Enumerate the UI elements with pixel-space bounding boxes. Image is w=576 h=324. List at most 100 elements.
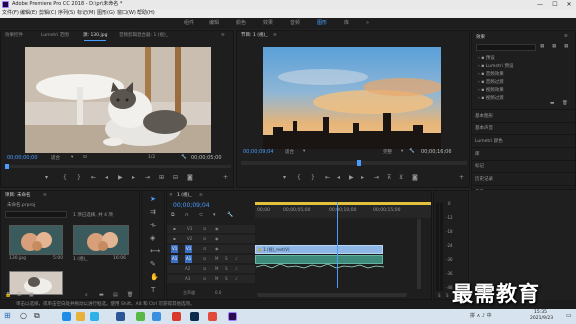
pen-tool-icon[interactable]: ✎: [150, 260, 156, 268]
mic-icon[interactable]: ♪: [235, 275, 238, 283]
lift-icon[interactable]: ⊼: [387, 174, 391, 181]
windows-start-icon[interactable]: ⊞: [4, 311, 11, 320]
program-go-to-out-icon[interactable]: ⇥: [374, 174, 379, 181]
program-timecode-current[interactable]: 00;00;09;04: [243, 149, 274, 155]
effects-tree-item[interactable]: › ▪ Lumetri 预设: [478, 63, 574, 71]
taskbar-app-explorer-icon[interactable]: [76, 312, 85, 321]
workspace-audio[interactable]: 音频: [290, 18, 300, 29]
solo-icon[interactable]: S: [225, 265, 228, 273]
system-tray[interactable]: 拼 ∧ ♪ 中: [470, 312, 492, 319]
source-wrench-icon[interactable]: 🔧: [181, 155, 187, 160]
sync-lock-icon[interactable]: ⊡: [203, 265, 206, 273]
timeline-close-icon[interactable]: ✕: [169, 191, 173, 201]
task-view-icon[interactable]: ⧉: [34, 311, 40, 321]
extract-icon[interactable]: ⊻: [399, 174, 403, 181]
program-camera-icon[interactable]: ◙: [412, 174, 418, 181]
project-thumbnail[interactable]: [73, 225, 129, 255]
taskbar-app-wechat-icon[interactable]: [136, 312, 145, 321]
timeline-ruler[interactable]: 00;00 00;00;05;00 00;00;10;00 00;00;15;0…: [255, 202, 431, 218]
panel-libraries[interactable]: 库: [472, 147, 576, 160]
program-dropdown-arrow-icon[interactable]: ▾: [303, 149, 305, 154]
32bit-effects-icon[interactable]: ▦: [552, 44, 556, 49]
source-add-button-icon[interactable]: +: [223, 174, 228, 181]
track-select-tool-icon[interactable]: ⇉: [150, 208, 156, 216]
meter-solo-right-icon[interactable]: S: [446, 293, 449, 298]
program-add-button-icon[interactable]: +: [459, 174, 464, 181]
linked-selection-icon[interactable]: ⊂: [199, 212, 203, 218]
track-label[interactable]: V1: [185, 245, 193, 253]
mute-icon[interactable]: M: [215, 255, 218, 263]
new-bin-button-icon[interactable]: ▬: [99, 292, 104, 298]
tab-audio-clip-mixer[interactable]: 音频剪辑混合器: 1 (视)_: [119, 31, 168, 41]
mute-icon[interactable]: M: [215, 275, 218, 283]
find-icon[interactable]: ⌕: [85, 292, 88, 298]
master-volume[interactable]: 0.0: [215, 289, 221, 297]
clock-date[interactable]: 2021/9/23: [530, 316, 553, 321]
ripple-edit-tool-icon[interactable]: ⟛: [150, 221, 156, 230]
hand-tool-icon[interactable]: ✋: [150, 273, 159, 281]
taskbar-app-chat-icon[interactable]: [152, 312, 161, 321]
panel-essential-sound[interactable]: 基本声音: [472, 122, 576, 134]
mic-icon[interactable]: ♪: [235, 265, 238, 273]
toggle-output-eye-icon[interactable]: ◉: [215, 245, 219, 253]
sync-lock-icon[interactable]: ⊡: [203, 275, 206, 283]
solo-icon[interactable]: S: [225, 275, 228, 283]
effects-tree-item[interactable]: › ▪ 音频过渡: [478, 79, 574, 87]
source-resolution-dropdown[interactable]: 1/2: [148, 155, 155, 160]
slip-tool-icon[interactable]: ⟷: [150, 247, 160, 255]
close-button[interactable]: ✕: [562, 0, 576, 9]
program-mark-out-icon[interactable]: }: [311, 174, 315, 181]
source-patch-a1[interactable]: A1: [171, 255, 179, 263]
accelerated-effects-icon[interactable]: ▦: [540, 44, 544, 49]
source-timecode-current[interactable]: 00;00;00;00: [7, 155, 38, 161]
program-panel-menu-icon[interactable]: ≡: [273, 31, 277, 41]
workspace-graphics[interactable]: 图形: [317, 18, 327, 29]
video-clip[interactable]: ▣ 1 (视)_rest(V): [255, 245, 383, 254]
icon-view-icon[interactable]: ▦: [29, 292, 34, 298]
clock-time[interactable]: 15:35: [534, 310, 547, 315]
source-scrubber[interactable]: [5, 165, 231, 168]
program-wrench-icon[interactable]: 🔧: [409, 149, 415, 154]
source-fit-dropdown[interactable]: 适合: [51, 155, 60, 161]
tab-project[interactable]: 项目: 未命名: [5, 191, 30, 201]
sync-lock-icon[interactable]: ⊡: [203, 235, 206, 243]
taskbar-app-word-icon[interactable]: [116, 312, 125, 321]
menu-sequence[interactable]: 序列(S): [58, 9, 75, 18]
go-to-out-icon[interactable]: ⇥: [145, 174, 150, 181]
timeline-settings-icon[interactable]: 🔧: [227, 212, 233, 218]
taskbar-app-acrobat-icon[interactable]: [208, 312, 217, 321]
project-thumbnail[interactable]: [9, 225, 63, 255]
workspace-libraries[interactable]: 库: [344, 18, 349, 29]
audio-clip[interactable]: [255, 255, 385, 269]
timeline-horizontal-scrollbar[interactable]: [257, 293, 407, 297]
step-back-icon[interactable]: ◂: [105, 174, 108, 181]
program-mark-in-icon[interactable]: {: [297, 174, 301, 181]
toggle-output-eye-icon[interactable]: ◉: [215, 235, 219, 243]
panel-markers[interactable]: 标记: [472, 160, 576, 172]
delete-icon[interactable]: 🗑: [562, 101, 568, 106]
program-step-back-icon[interactable]: ◂: [337, 174, 340, 181]
work-area-bar[interactable]: [255, 202, 431, 205]
timeline-marker-icon[interactable]: ▾: [213, 212, 216, 218]
program-play-icon[interactable]: ▶: [349, 174, 354, 181]
taskbar-app-browser-icon[interactable]: [90, 312, 99, 321]
effects-tree-item[interactable]: › ▪ 预设: [478, 55, 574, 63]
list-view-icon[interactable]: ☰: [17, 292, 21, 298]
go-to-in-icon[interactable]: ⇤: [91, 174, 96, 181]
program-playhead[interactable]: [357, 160, 361, 166]
timeline-playhead[interactable]: [337, 202, 339, 288]
project-search-input[interactable]: [5, 211, 67, 218]
tab-sequence[interactable]: 1 (视)_: [177, 191, 192, 201]
program-fit-dropdown[interactable]: 适合: [285, 149, 294, 155]
track-target[interactable]: ▪: [173, 225, 176, 233]
sync-lock-icon[interactable]: ⊡: [203, 225, 206, 233]
menu-clip[interactable]: 剪辑(C): [39, 9, 56, 18]
taskbar-app-edge-icon[interactable]: [62, 312, 71, 321]
panel-lumetri-color[interactable]: Lumetri 颜色: [472, 134, 576, 147]
taskbar-app-premiere-icon[interactable]: [228, 312, 237, 321]
minimize-button[interactable]: —: [533, 0, 547, 9]
panel-history[interactable]: 历史记录: [472, 172, 576, 185]
selection-tool-icon[interactable]: ➤: [150, 195, 156, 203]
source-playhead[interactable]: [5, 164, 9, 169]
workspace-more-button[interactable]: »: [366, 18, 369, 29]
